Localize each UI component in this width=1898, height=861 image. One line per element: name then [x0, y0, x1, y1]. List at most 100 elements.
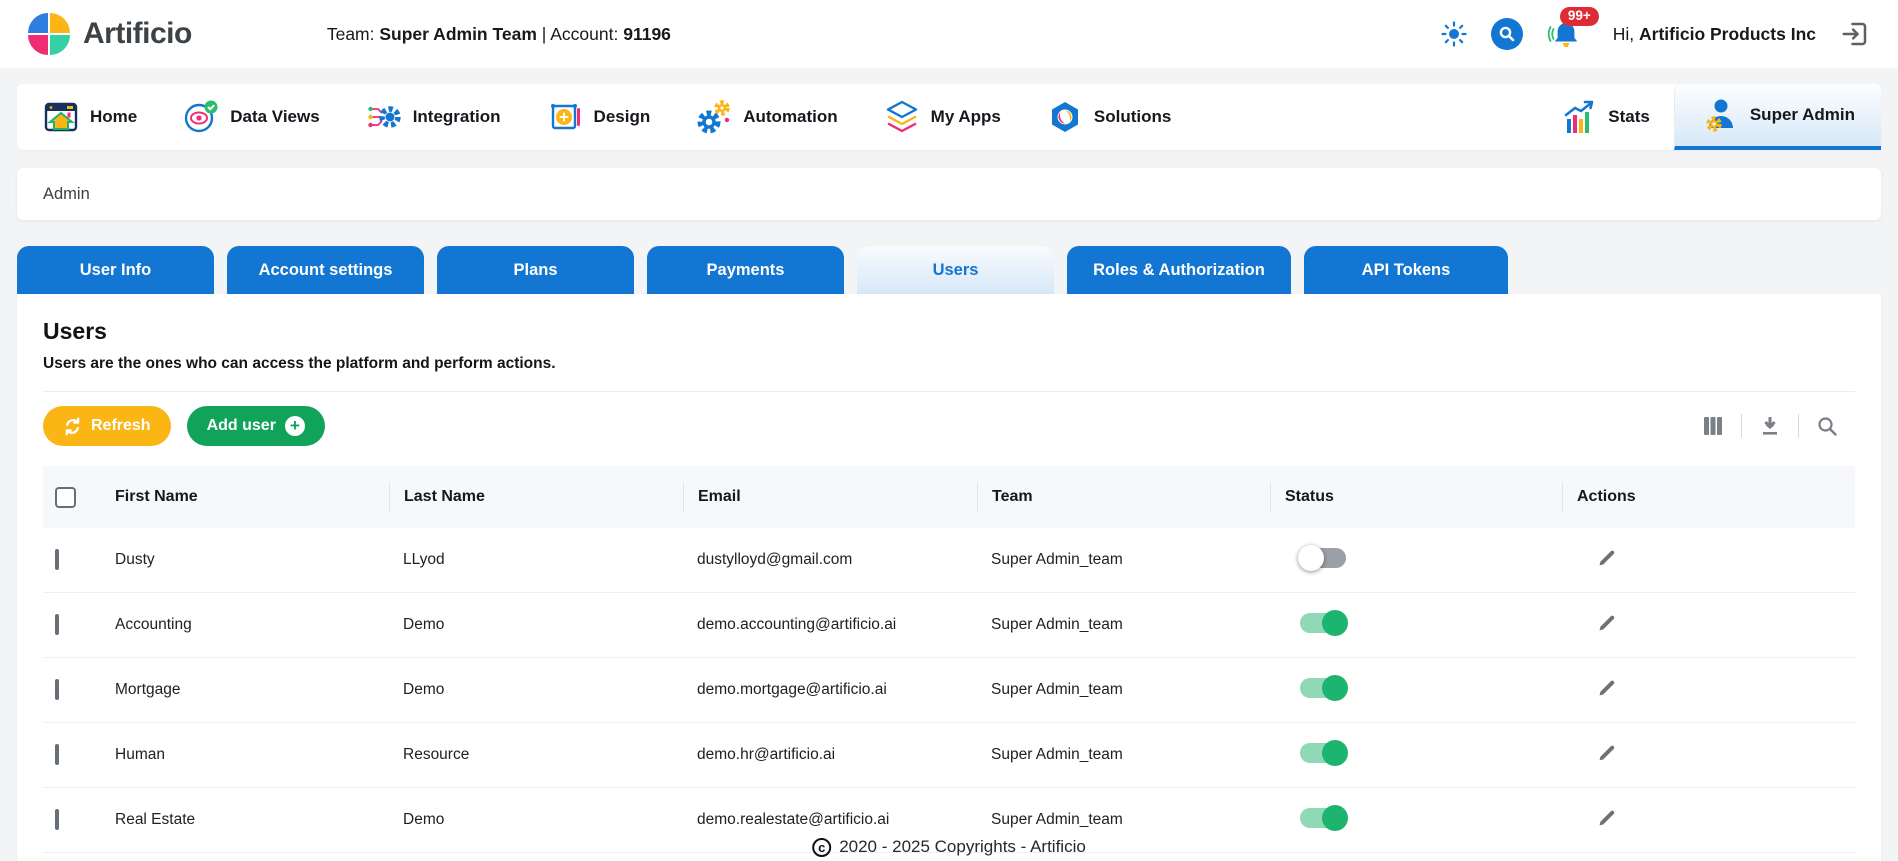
cell-last-name: Demo — [403, 811, 445, 828]
tab-account-settings[interactable]: Account settings — [227, 246, 424, 294]
cell-first-name: Human — [115, 746, 165, 763]
column-header-email[interactable]: Email — [683, 482, 977, 512]
theme-toggle-button[interactable] — [1441, 21, 1467, 47]
nav-item-label: Data Views — [230, 107, 320, 126]
breadcrumb-label[interactable]: Admin — [43, 185, 90, 204]
tab-user-info[interactable]: User Info — [17, 246, 214, 294]
team-account-info: Team: Super Admin Team | Account: 91196 — [327, 24, 671, 45]
copyright-text: 2020 - 2025 Copyrights - Artificio — [839, 837, 1086, 856]
nav-item-label: Solutions — [1093, 107, 1172, 126]
status-toggle[interactable] — [1300, 674, 1348, 701]
nav-item-label: Automation — [743, 107, 838, 126]
edit-user-button[interactable] — [1596, 807, 1617, 828]
app-header: Artificio Team: Super Admin Team | Accou… — [0, 0, 1898, 68]
edit-user-button[interactable] — [1596, 677, 1617, 698]
nav-item-solutions[interactable]: Solutions — [1047, 84, 1171, 150]
tab-users[interactable]: Users — [857, 246, 1054, 294]
cell-team: Super Admin_team — [991, 811, 1123, 828]
nav-item-my-apps[interactable]: My Apps — [884, 84, 1001, 150]
tab-payments[interactable]: Payments — [647, 246, 844, 294]
cell-team: Super Admin_team — [991, 551, 1123, 568]
row-checkbox[interactable] — [55, 549, 59, 570]
home-icon — [43, 99, 79, 135]
nav-item-label: My Apps — [930, 107, 1001, 126]
nav-item-home[interactable]: Home — [43, 84, 137, 150]
columns-button[interactable] — [1685, 414, 1741, 438]
status-toggle[interactable] — [1300, 739, 1348, 766]
select-all-checkbox[interactable] — [55, 486, 76, 508]
refresh-button[interactable]: Refresh — [43, 406, 171, 446]
nav-item-label: Super Admin — [1749, 105, 1855, 124]
column-header-first-name[interactable]: First Name — [101, 482, 389, 512]
cell-last-name: Demo — [403, 616, 445, 633]
row-checkbox[interactable] — [55, 679, 59, 700]
brand-name: Artificio — [83, 17, 192, 50]
column-header-last-name[interactable]: Last Name — [389, 482, 683, 512]
account-name: Artificio Products Inc — [1639, 23, 1816, 44]
column-header-team[interactable]: Team — [977, 482, 1270, 512]
pencil-icon — [1599, 810, 1615, 826]
nav-item-automation[interactable]: Automation — [696, 84, 838, 150]
cell-first-name: Dusty — [115, 551, 155, 568]
status-toggle[interactable] — [1300, 804, 1348, 831]
copyright-footer: c 2020 - 2025 Copyrights - Artificio — [812, 837, 1086, 857]
table-toolbar: Refresh Add user + — [43, 391, 1855, 446]
cell-last-name: Demo — [403, 681, 445, 698]
tab-roles-authorization[interactable]: Roles & Authorization — [1067, 246, 1291, 294]
my-apps-icon — [884, 99, 920, 135]
logout-button[interactable] — [1840, 19, 1870, 49]
cell-email: demo.hr@artificio.ai — [697, 746, 836, 763]
table-tools — [1685, 414, 1855, 438]
toggle-knob — [1322, 609, 1348, 636]
table-search-button[interactable] — [1798, 414, 1855, 438]
status-toggle[interactable] — [1300, 609, 1348, 636]
nav-item-label: Stats — [1608, 107, 1650, 126]
column-header-actions[interactable]: Actions — [1562, 482, 1855, 512]
edit-user-button[interactable] — [1596, 612, 1617, 633]
edit-user-button[interactable] — [1596, 547, 1617, 568]
row-checkbox[interactable] — [55, 809, 59, 830]
stats-icon — [1561, 99, 1597, 135]
download-icon — [1763, 417, 1777, 435]
status-toggle[interactable] — [1298, 544, 1346, 571]
sun-icon — [1441, 21, 1467, 47]
nav-item-data-views[interactable]: Data Views — [183, 84, 320, 150]
users-table-body: Dusty LLyod dustylloyd@gmail.com Super A… — [43, 528, 1855, 853]
integration-icon — [366, 99, 402, 135]
global-search-button[interactable] — [1490, 18, 1523, 50]
page-title: Users — [43, 318, 107, 344]
nav-item-integration[interactable]: Integration — [366, 84, 501, 150]
tab-plans[interactable]: Plans — [437, 246, 634, 294]
tab-api-tokens[interactable]: API Tokens — [1304, 246, 1508, 294]
users-table: First Name Last Name Email Team Status A… — [43, 466, 1855, 853]
table-row: Accounting Demo demo.accounting@artifici… — [43, 593, 1855, 658]
notifications-button[interactable]: 99+ — [1547, 7, 1599, 53]
brand-logo[interactable]: Artificio — [28, 13, 192, 55]
automation-icon — [696, 99, 732, 135]
download-button[interactable] — [1741, 414, 1798, 438]
nav-item-stats[interactable]: Stats — [1537, 84, 1674, 150]
toggle-knob — [1322, 674, 1348, 701]
cell-first-name: Mortgage — [115, 681, 181, 698]
toggle-knob — [1322, 739, 1348, 766]
row-checkbox[interactable] — [55, 614, 59, 635]
add-user-button[interactable]: Add user + — [186, 406, 325, 446]
notification-badge: 99+ — [1559, 7, 1599, 26]
table-header-row: First Name Last Name Email Team Status A… — [43, 466, 1855, 528]
pencil-icon — [1599, 745, 1615, 761]
cell-team: Super Admin_team — [991, 746, 1123, 763]
pencil-icon — [1599, 680, 1615, 696]
table-row: Human Resource demo.hr@artificio.ai Supe… — [43, 723, 1855, 788]
users-panel: Users Users are the ones who can access … — [17, 294, 1881, 861]
account-value: 91196 — [623, 23, 671, 44]
column-header-status[interactable]: Status — [1270, 482, 1562, 512]
row-checkbox[interactable] — [55, 744, 59, 765]
cell-email: demo.mortgage@artificio.ai — [697, 681, 887, 698]
nav-item-super-admin[interactable]: Super Admin — [1673, 84, 1881, 150]
user-greeting: Hi, Artificio Products Inc — [1613, 24, 1816, 45]
edit-user-button[interactable] — [1596, 742, 1617, 763]
cell-team: Super Admin_team — [991, 616, 1123, 633]
nav-item-design[interactable]: Design — [547, 84, 650, 150]
super-admin-icon — [1701, 96, 1739, 134]
cell-team: Super Admin_team — [991, 681, 1123, 698]
